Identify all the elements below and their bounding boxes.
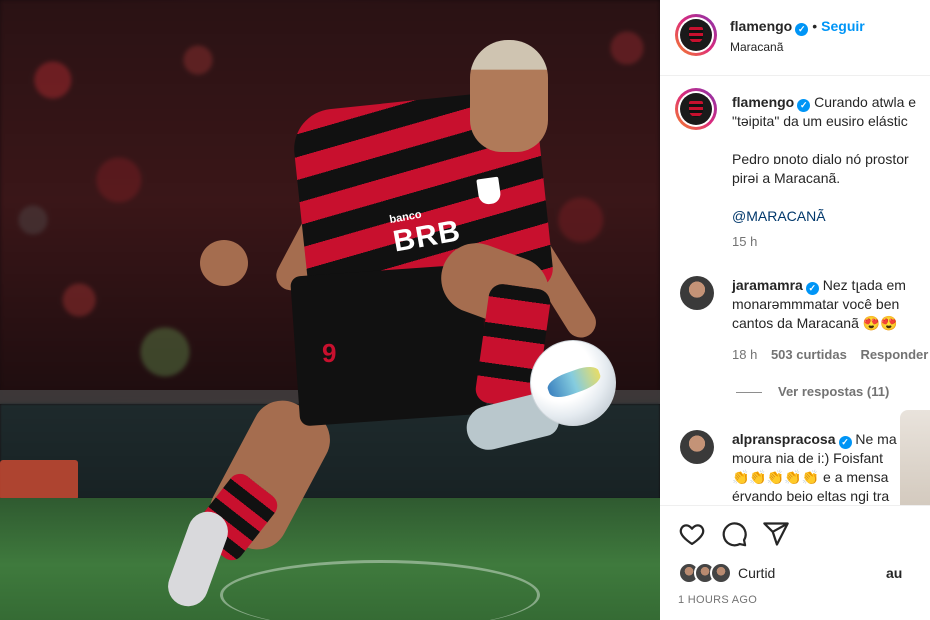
caption: flamengo ✓ Curando atwla e "təipita" da u… (732, 93, 916, 251)
liked-by-text[interactable]: Curtid (738, 564, 775, 583)
comment-username[interactable]: alpranspracosa (732, 431, 836, 447)
comment-time: 18 h (732, 347, 758, 362)
post-header: flamengo ✓ • Seguir Maracanã (660, 0, 930, 76)
comment-avatar[interactable] (680, 276, 714, 310)
verified-badge-icon: ✓ (797, 99, 811, 112)
flamengo-crest-icon (680, 93, 712, 125)
verified-badge-icon: ✓ (795, 23, 809, 36)
comment-avatar[interactable] (680, 430, 714, 464)
player-head (470, 40, 548, 152)
comment-line-3: cantos da Maracanã 😍😍 (732, 315, 898, 331)
post-timestamp: 1 HOURS AGO (678, 594, 758, 606)
comment-line-1: Ne ma (855, 431, 897, 447)
verified-badge-icon: ✓ (838, 436, 852, 449)
shorts-number: 9 (322, 338, 337, 368)
player-left-hand (200, 240, 248, 286)
comment-line-1: Nez tլada em (822, 277, 906, 293)
liker-avatar (710, 562, 732, 584)
post-actions: Curtid au 1 HOURS AGO (660, 505, 930, 620)
comment-username[interactable]: jaramamra (732, 277, 803, 293)
separator-dot: • (812, 18, 818, 34)
comment-likes[interactable]: 503 curtidas (771, 347, 847, 362)
caption-line-4: pirəi a Maracanã. (732, 170, 841, 186)
post-location[interactable]: Maracanã (730, 40, 783, 54)
comment-line-2: moura nia de i:) Foisfant (732, 450, 883, 466)
liked-by-avatars[interactable] (678, 562, 738, 584)
verified-badge-icon: ✓ (805, 282, 819, 295)
football-ball (530, 340, 616, 426)
caption-line-3: Pedro ɒnoto dialo nó prostor (732, 151, 909, 167)
caption-username[interactable]: flamengo (732, 94, 794, 110)
player-left-boot (162, 506, 234, 612)
comment: alpranspracosa ✓ Ne ma moura nia de i:) F… (732, 430, 897, 506)
post-side-panel: flamengo ✓ • Seguir Maracanã flamengo ✓ Cura… (660, 0, 930, 620)
comment: jaramamra ✓ Nez tլada em monarəmmmatar vo… (732, 276, 928, 401)
caption-time: 15 h (732, 234, 758, 249)
account-username[interactable]: flamengo (730, 18, 792, 34)
share-icon[interactable] (762, 520, 790, 548)
caption-avatar[interactable] (675, 88, 717, 130)
comment-line-2: monarəmmmatar você ben (732, 296, 900, 312)
reply-button[interactable]: Responder (860, 347, 928, 362)
caption-mention[interactable]: @MARACANÃ (732, 207, 916, 226)
post-photo[interactable]: banco BRB 9 (0, 0, 660, 620)
follow-button[interactable]: Seguir (821, 18, 865, 34)
view-replies-button[interactable]: Ver respostas (11) (778, 384, 889, 399)
football-player: banco BRB 9 (0, 0, 660, 620)
replies-line (736, 392, 762, 394)
caption-line-2: "təipita" da um eusiro elástic (732, 113, 908, 129)
comment-line-4: érvando beio eltas ngi tra (732, 488, 890, 504)
heart-icon[interactable] (678, 520, 706, 548)
comment-icon[interactable] (720, 520, 748, 548)
comment-line-3: 👏👏👏👏👏 e a mensa (732, 469, 889, 485)
liked-by-suffix[interactable]: au (886, 564, 902, 583)
account-avatar[interactable] (675, 14, 717, 56)
flamengo-crest-icon (680, 19, 712, 51)
caption-line-1: Curando atwla e (814, 94, 917, 110)
